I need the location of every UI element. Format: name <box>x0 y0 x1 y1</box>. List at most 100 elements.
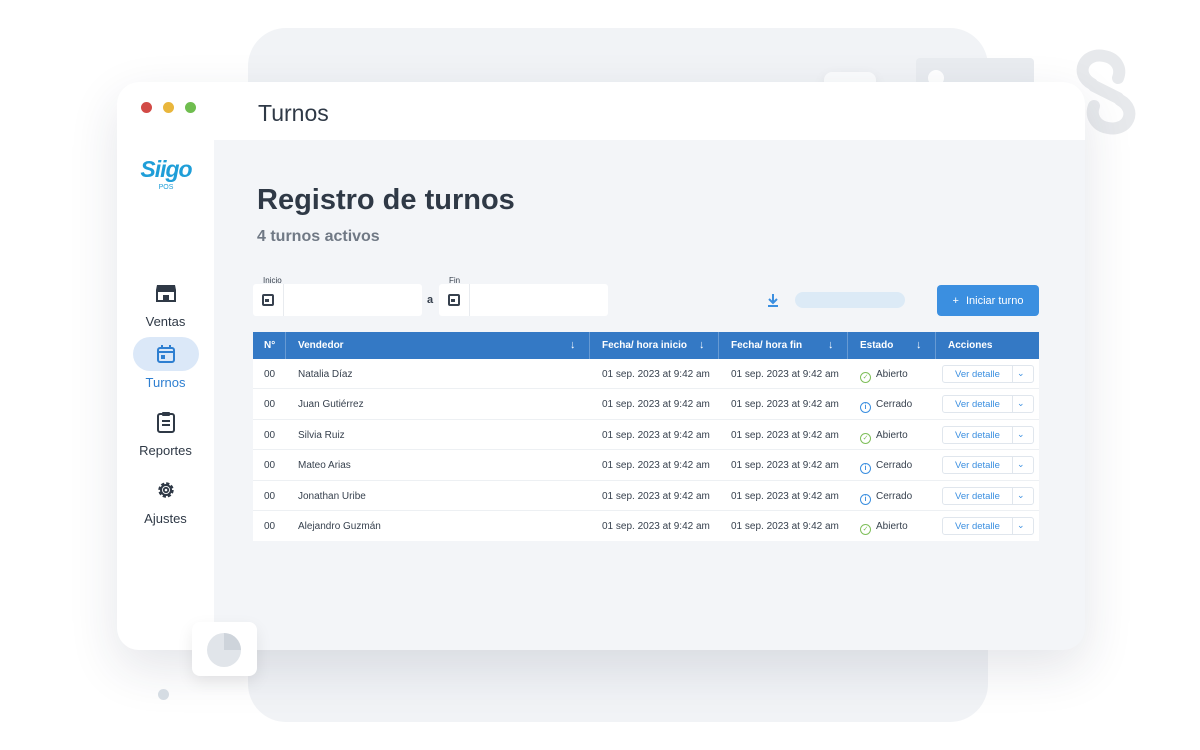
row-start-time: 01 sep. 2023 at 9:42 am <box>602 490 710 502</box>
info-circle-icon: i <box>860 493 871 505</box>
end-date-label: Fin <box>449 276 461 285</box>
clipboard-icon <box>156 412 175 433</box>
sidebar-item-ajustes[interactable]: Ajustes <box>117 473 214 526</box>
view-detail-button[interactable]: Ver detalle ⌄ <box>942 365 1034 383</box>
sidebar-item-label: Ajustes <box>144 511 187 526</box>
row-number: 00 <box>264 520 276 532</box>
chevron-down-icon[interactable]: ⌄ <box>1017 459 1025 470</box>
row-number: 00 <box>264 369 276 380</box>
sidebar: Siigo POS Ventas Turnos Reportes Ajustes <box>117 140 214 650</box>
row-end-time: 01 sep. 2023 at 9:42 am <box>731 369 839 380</box>
row-start-time: 01 sep. 2023 at 9:42 am <box>602 520 710 532</box>
view-detail-label: Ver detalle <box>955 399 1000 411</box>
row-status: ✓ Abierto <box>860 369 908 383</box>
app-window: Turnos Siigo POS Ventas Turnos Reportes … <box>117 82 1085 650</box>
row-start-time: 01 sep. 2023 at 9:42 am <box>602 369 710 380</box>
view-detail-label: Ver detalle <box>955 369 1000 380</box>
view-detail-button[interactable]: Ver detalle ⌄ <box>942 516 1034 535</box>
table-header: N° Vendedor ↓ Fecha/ hora inicio ↓ Fecha… <box>253 332 1039 359</box>
table-row: 00 Silvia Ruiz 01 sep. 2023 at 9:42 am 01 s… <box>253 420 1039 451</box>
row-start-time: 01 sep. 2023 at 9:42 am <box>602 429 710 441</box>
status-label: Abierto <box>876 369 908 380</box>
screen: Turnos Siigo POS Ventas Turnos Reportes … <box>0 0 1200 750</box>
shifts-table: N° Vendedor ↓ Fecha/ hora inicio ↓ Fecha… <box>253 332 1039 542</box>
row-start-time: 01 sep. 2023 at 9:42 am <box>602 399 710 411</box>
row-status: ✓ Abierto <box>860 521 908 535</box>
column-header-status[interactable]: Estado <box>860 340 893 351</box>
calendar-icon[interactable] <box>448 294 460 306</box>
info-circle-icon: i <box>860 402 871 414</box>
status-label: Abierto <box>876 429 908 441</box>
row-status: i Cerrado <box>860 491 912 505</box>
view-detail-button[interactable]: Ver detalle ⌄ <box>942 395 1034 414</box>
column-header-start[interactable]: Fecha/ hora inicio <box>602 340 687 351</box>
start-shift-button[interactable]: + Iniciar turno <box>937 285 1039 316</box>
info-circle-icon: i <box>860 463 871 475</box>
chevron-down-icon[interactable]: ⌄ <box>1017 368 1025 379</box>
check-circle-icon: ✓ <box>860 523 871 535</box>
table-row: 00 Natalia Díaz 01 sep. 2023 at 9:42 am 01 … <box>253 359 1039 390</box>
status-label: Cerrado <box>876 490 913 502</box>
column-header-end[interactable]: Fecha/ hora fin <box>731 340 802 351</box>
view-detail-button[interactable]: Ver detalle ⌄ <box>942 425 1034 444</box>
sidebar-item-label: Ventas <box>145 314 186 329</box>
title-bar: Turnos <box>117 82 1085 140</box>
row-end-time: 01 sep. 2023 at 9:42 am <box>731 520 839 532</box>
download-icon[interactable] <box>767 293 779 307</box>
section-heading: Registro de turnos <box>257 184 515 216</box>
row-seller: Mateo Arias <box>298 460 351 472</box>
table-row: 00 Alejandro Guzmán 01 sep. 2023 at 9:42 a… <box>253 511 1039 541</box>
active-shifts-count: 4 turnos activos <box>257 228 380 245</box>
store-icon <box>155 285 176 302</box>
sort-arrow-icon[interactable]: ↓ <box>828 339 834 351</box>
sidebar-item-turnos[interactable]: Turnos <box>117 337 214 390</box>
row-end-time: 01 sep. 2023 at 9:42 am <box>731 460 839 472</box>
gear-icon <box>157 482 174 498</box>
view-detail-label: Ver detalle <box>955 429 1000 441</box>
sort-arrow-icon[interactable]: ↓ <box>916 339 922 351</box>
column-header-actions: Acciones <box>948 340 993 351</box>
status-label: Cerrado <box>876 460 913 472</box>
row-number: 00 <box>264 429 276 441</box>
chevron-down-icon[interactable]: ⌄ <box>1017 398 1025 409</box>
chevron-down-icon[interactable]: ⌄ <box>1017 520 1025 531</box>
minimize-window-dot[interactable] <box>163 102 174 113</box>
row-end-time: 01 sep. 2023 at 9:42 am <box>731 429 839 441</box>
table-body: 00 Natalia Díaz 01 sep. 2023 at 9:42 am 01 … <box>253 359 1039 541</box>
chevron-down-icon[interactable]: ⌄ <box>1017 429 1025 440</box>
calendar-icon[interactable] <box>262 294 274 306</box>
row-end-time: 01 sep. 2023 at 9:42 am <box>731 490 839 502</box>
end-date-field[interactable]: Fin <box>439 276 608 316</box>
sidebar-item-reportes[interactable]: Reportes <box>117 405 214 458</box>
maximize-window-dot[interactable] <box>185 102 196 113</box>
view-detail-button[interactable]: Ver detalle ⌄ <box>942 456 1034 475</box>
check-circle-icon: ✓ <box>860 372 871 383</box>
row-end-time: 01 sep. 2023 at 9:42 am <box>731 399 839 411</box>
table-row: 00 Mateo Arias 01 sep. 2023 at 9:42 am 01 s… <box>253 450 1039 481</box>
column-header-seller[interactable]: Vendedor <box>298 340 344 351</box>
siigo-logo: Siigo POS <box>139 156 193 191</box>
sort-arrow-icon[interactable]: ↓ <box>699 339 705 351</box>
plus-icon: + <box>952 294 959 307</box>
row-number: 00 <box>264 399 276 411</box>
view-detail-label: Ver detalle <box>955 460 1000 472</box>
view-detail-button[interactable]: Ver detalle ⌄ <box>942 486 1034 505</box>
start-date-label: Inicio <box>263 276 282 285</box>
check-circle-icon: ✓ <box>860 432 871 444</box>
table-row: 00 Jonathan Uribe 01 sep. 2023 at 9:42 am 0… <box>253 481 1039 511</box>
pie-chart-chip <box>192 622 257 676</box>
table-row: 00 Juan Gutiérrez 01 sep. 2023 at 9:42 am 0… <box>253 389 1039 420</box>
row-seller: Juan Gutiérrez <box>298 399 364 411</box>
start-date-field[interactable]: Inicio <box>253 276 422 316</box>
sidebar-item-ventas[interactable]: Ventas <box>117 276 214 329</box>
close-window-dot[interactable] <box>141 102 152 113</box>
date-range-separator: a <box>427 294 434 306</box>
row-seller: Silvia Ruiz <box>298 429 345 441</box>
sidebar-item-label: Turnos <box>145 375 186 390</box>
pie-chart-icon <box>207 633 241 667</box>
view-detail-label: Ver detalle <box>955 490 1000 502</box>
chevron-down-icon[interactable]: ⌄ <box>1017 490 1025 501</box>
logo-subtext: POS <box>158 184 174 191</box>
decorative-dot <box>158 689 169 700</box>
sort-arrow-icon[interactable]: ↓ <box>570 339 576 351</box>
